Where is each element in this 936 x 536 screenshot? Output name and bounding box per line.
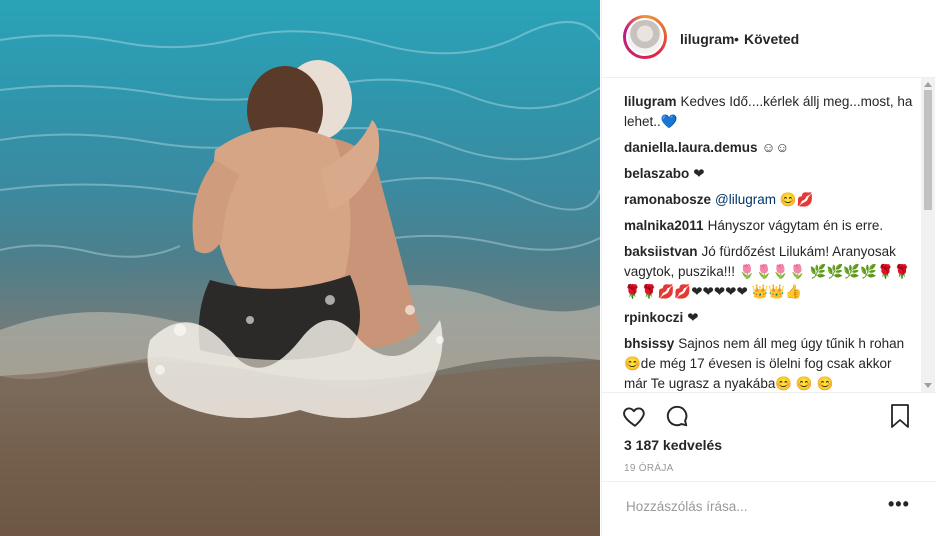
header-separator: •: [734, 31, 739, 47]
add-comment-input[interactable]: [624, 498, 878, 515]
add-comment-bar: •••: [602, 481, 936, 534]
scrollbar-thumb[interactable]: [924, 90, 932, 210]
comment-bubble-icon[interactable]: [664, 403, 690, 432]
post-photo[interactable]: [0, 0, 600, 536]
comments-scrollbar[interactable]: [921, 78, 935, 392]
post-timestamp: 19 ÓRÁJA: [624, 463, 674, 474]
follow-status-button[interactable]: Követed: [744, 31, 799, 47]
bookmark-icon[interactable]: [888, 403, 912, 432]
avatar-image: [626, 18, 664, 56]
comment-item: rpinkoczi ❤: [624, 308, 914, 328]
post-actions: 3 187 kedvelés 19 ÓRÁJA •••: [602, 392, 936, 533]
comment-username[interactable]: rpinkoczi: [624, 310, 683, 325]
more-dots-icon[interactable]: •••: [888, 494, 910, 515]
comment-mention-link[interactable]: @lilugram: [715, 192, 776, 207]
comment-username[interactable]: lilugram: [624, 94, 677, 109]
comment-text: ❤: [693, 166, 705, 181]
beach-photo-illustration: [0, 21, 600, 536]
header-username[interactable]: lilugram: [680, 31, 734, 47]
scroll-up-arrow-icon[interactable]: [924, 82, 932, 87]
comment-item: daniella.laura.demus ☺☺: [624, 138, 914, 158]
comment-username[interactable]: daniella.laura.demus: [624, 140, 758, 155]
comment-username[interactable]: ramonabosze: [624, 192, 711, 207]
comment-text: ❤: [687, 310, 699, 325]
comment-text: 😊💋: [776, 192, 814, 207]
post-side-panel: lilugram • Követed lilugram Kedves Idő...…: [601, 0, 936, 536]
comment-item: ramonabosze @lilugram 😊💋: [624, 190, 914, 210]
comment-item: belaszabo ❤: [624, 164, 914, 184]
comment-username[interactable]: malnika2011: [624, 218, 704, 233]
scroll-down-arrow-icon[interactable]: [924, 383, 932, 388]
avatar[interactable]: [623, 15, 667, 59]
comment-item: baksiistvan Jó fürdőzést Lilukám! Aranyos…: [624, 242, 914, 302]
post-viewer: lilugram • Követed lilugram Kedves Idő...…: [0, 0, 936, 536]
comment-username[interactable]: belaszabo: [624, 166, 689, 181]
comment-item: bhsissy Sajnos nem áll meg úgy tűnik h ro…: [624, 334, 914, 392]
comment-text: Hányszor vágytam én is erre.: [707, 218, 884, 233]
comment-item: malnika2011 Hányszor vágytam én is erre.: [624, 216, 914, 236]
comment-username[interactable]: bhsissy: [624, 336, 674, 351]
post-header: lilugram • Követed: [602, 0, 936, 78]
comment-item: lilugram Kedves Idő....kérlek állj meg...…: [624, 92, 914, 132]
comment-text: ☺☺: [761, 140, 790, 155]
likes-count[interactable]: 3 187 kedvelés: [624, 437, 722, 453]
comment-list: lilugram Kedves Idő....kérlek állj meg...…: [624, 92, 914, 392]
heart-icon[interactable]: [622, 403, 648, 432]
comment-username[interactable]: baksiistvan: [624, 244, 698, 259]
